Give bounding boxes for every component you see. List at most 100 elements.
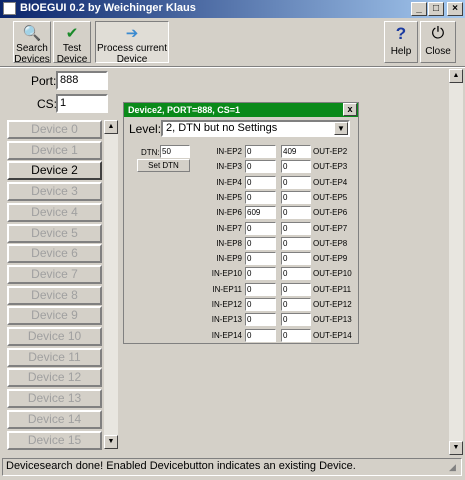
out-ep-input[interactable]: 0 bbox=[281, 176, 311, 189]
out-ep-input[interactable]: 0 bbox=[281, 206, 311, 219]
out-ep-label: OUT-EP9 bbox=[313, 254, 348, 263]
process-current-device-button[interactable]: ➔ Process current Device bbox=[95, 21, 169, 65]
in-ep-input[interactable]: 0 bbox=[245, 252, 276, 265]
resize-grip-icon[interactable]: ◢ bbox=[449, 462, 461, 474]
device-button[interactable]: Device 4 bbox=[7, 202, 102, 222]
device-list: Device 0 Device 1 Device 2 Device 3 Device 4… bbox=[3, 118, 118, 453]
out-ep-label: OUT-EP12 bbox=[313, 300, 352, 309]
device-button[interactable]: Device 13 bbox=[7, 389, 102, 409]
device-button[interactable]: Device 7 bbox=[7, 264, 102, 284]
toolbar: 🔍 Search Devices ✔ Test Device ➔ Process… bbox=[0, 18, 465, 66]
scroll-up-button[interactable]: ▲ bbox=[104, 120, 118, 134]
out-ep-input[interactable]: 409 bbox=[281, 145, 311, 158]
out-ep-label: OUT-EP5 bbox=[313, 193, 348, 202]
device-window-titlebar[interactable]: Device2, PORT=888, CS=1 bbox=[124, 103, 358, 117]
device-button[interactable]: Device 2 bbox=[7, 161, 102, 181]
out-ep-input[interactable]: 0 bbox=[281, 252, 311, 265]
cs-label: CS: bbox=[37, 97, 58, 111]
device-window-title: Device2, PORT=888, CS=1 bbox=[128, 105, 241, 115]
device-button[interactable]: Device 8 bbox=[7, 285, 102, 305]
in-ep-input[interactable]: 0 bbox=[245, 145, 276, 158]
device-button[interactable]: Device 10 bbox=[7, 327, 102, 346]
device-button[interactable]: Device 1 bbox=[7, 140, 102, 160]
level-select[interactable]: 2, DTN but no Settings ▼ bbox=[161, 120, 350, 137]
out-ep-label: OUT-EP6 bbox=[313, 208, 348, 217]
in-ep-label: IN-EP12 bbox=[211, 300, 242, 309]
device-button[interactable]: Device 0 bbox=[7, 120, 102, 139]
help-button[interactable]: ? Help bbox=[384, 21, 418, 63]
magnifier-icon: 🔍 bbox=[22, 25, 42, 42]
in-ep-input[interactable]: 0 bbox=[245, 191, 276, 204]
device-button[interactable]: Device 11 bbox=[7, 347, 102, 367]
out-ep-label: OUT-EP10 bbox=[313, 269, 352, 278]
out-ep-input[interactable]: 0 bbox=[281, 298, 311, 311]
in-ep-label: IN-EP10 bbox=[211, 269, 242, 278]
main-scroll-down-button[interactable]: ▼ bbox=[449, 441, 463, 455]
in-ep-label: IN-EP11 bbox=[212, 285, 242, 294]
in-ep-input[interactable]: 609 bbox=[245, 206, 276, 219]
in-ep-input[interactable]: 0 bbox=[245, 237, 276, 250]
window-title: BIOEGUI 0.2 by Weichinger Klaus bbox=[20, 2, 196, 14]
dtn-input[interactable]: 50 bbox=[160, 145, 190, 158]
in-ep-input[interactable]: 0 bbox=[245, 313, 276, 326]
in-ep-input[interactable]: 0 bbox=[245, 222, 276, 235]
in-ep-label: IN-EP2 bbox=[216, 147, 242, 156]
out-ep-input[interactable]: 0 bbox=[281, 267, 311, 280]
in-ep-input[interactable]: 0 bbox=[245, 267, 276, 280]
help-label: Help bbox=[390, 46, 412, 57]
main-scroll-up-button[interactable]: ▲ bbox=[449, 69, 463, 83]
status-text: Devicesearch done! Enabled Devicebutton … bbox=[6, 460, 356, 472]
in-ep-label: IN-EP14 bbox=[211, 331, 242, 340]
search-devices-button[interactable]: 🔍 Search Devices bbox=[13, 21, 51, 65]
in-ep-input[interactable]: 0 bbox=[245, 329, 276, 342]
level-label: Level: bbox=[129, 122, 162, 136]
process-device-label-1: Process current bbox=[96, 43, 168, 54]
device-window-close-button[interactable]: x bbox=[343, 103, 357, 116]
device-button[interactable]: Device 12 bbox=[7, 368, 102, 388]
device-list-scrollbar[interactable]: ▲ ▼ bbox=[104, 120, 118, 449]
minimize-button[interactable]: _ bbox=[411, 2, 427, 16]
dtn-label: DTN: bbox=[141, 148, 160, 157]
device-button[interactable]: Device 15 bbox=[7, 430, 102, 450]
out-ep-label: OUT-EP13 bbox=[313, 315, 352, 324]
in-ep-label: IN-EP9 bbox=[216, 254, 242, 263]
out-ep-input[interactable]: 0 bbox=[281, 329, 311, 342]
out-ep-label: OUT-EP8 bbox=[313, 239, 348, 248]
out-ep-input[interactable]: 0 bbox=[281, 237, 311, 250]
port-label: Port: bbox=[31, 74, 57, 88]
power-icon: ⏻ bbox=[431, 25, 445, 42]
test-device-label-1: Test bbox=[62, 43, 82, 54]
app-icon bbox=[3, 2, 16, 15]
out-ep-input[interactable]: 0 bbox=[281, 222, 311, 235]
maximize-button[interactable]: □ bbox=[428, 2, 444, 16]
arrow-icon: ➔ bbox=[125, 25, 139, 42]
out-ep-input[interactable]: 0 bbox=[281, 283, 311, 296]
level-select-value: 2, DTN but no Settings bbox=[166, 122, 278, 134]
out-ep-input[interactable]: 0 bbox=[281, 191, 311, 204]
in-ep-label: IN-EP5 bbox=[216, 193, 242, 202]
in-ep-input[interactable]: 0 bbox=[245, 298, 276, 311]
out-ep-input[interactable]: 0 bbox=[281, 160, 311, 173]
device-button[interactable]: Device 3 bbox=[7, 182, 102, 202]
out-ep-label: OUT-EP2 bbox=[313, 147, 348, 156]
main-scrollbar[interactable]: ▲ ▼ bbox=[449, 69, 463, 455]
device-button[interactable]: Device 6 bbox=[7, 244, 102, 264]
test-device-label-2: Device bbox=[56, 54, 88, 65]
in-ep-input[interactable]: 0 bbox=[245, 160, 276, 173]
device-button[interactable]: Device 5 bbox=[7, 223, 102, 243]
port-input[interactable]: 888 bbox=[56, 71, 108, 90]
device-button[interactable]: Device 14 bbox=[7, 409, 102, 429]
close-app-button[interactable]: ⏻ Close bbox=[420, 21, 456, 63]
set-dtn-button[interactable]: Set DTN bbox=[137, 159, 190, 172]
scroll-down-button[interactable]: ▼ bbox=[104, 435, 118, 449]
test-device-button[interactable]: ✔ Test Device bbox=[53, 21, 91, 65]
out-ep-input[interactable]: 0 bbox=[281, 313, 311, 326]
in-ep-input[interactable]: 0 bbox=[245, 283, 276, 296]
chevron-down-icon[interactable]: ▼ bbox=[334, 122, 348, 135]
window-titlebar[interactable]: BIOEGUI 0.2 by Weichinger Klaus _ □ × bbox=[0, 0, 465, 18]
cs-input[interactable]: 1 bbox=[56, 94, 108, 113]
in-ep-input[interactable]: 0 bbox=[245, 176, 276, 189]
close-window-button[interactable]: × bbox=[447, 2, 463, 16]
status-bar: Devicesearch done! Enabled Devicebutton … bbox=[2, 458, 462, 476]
device-button[interactable]: Device 9 bbox=[7, 306, 102, 326]
